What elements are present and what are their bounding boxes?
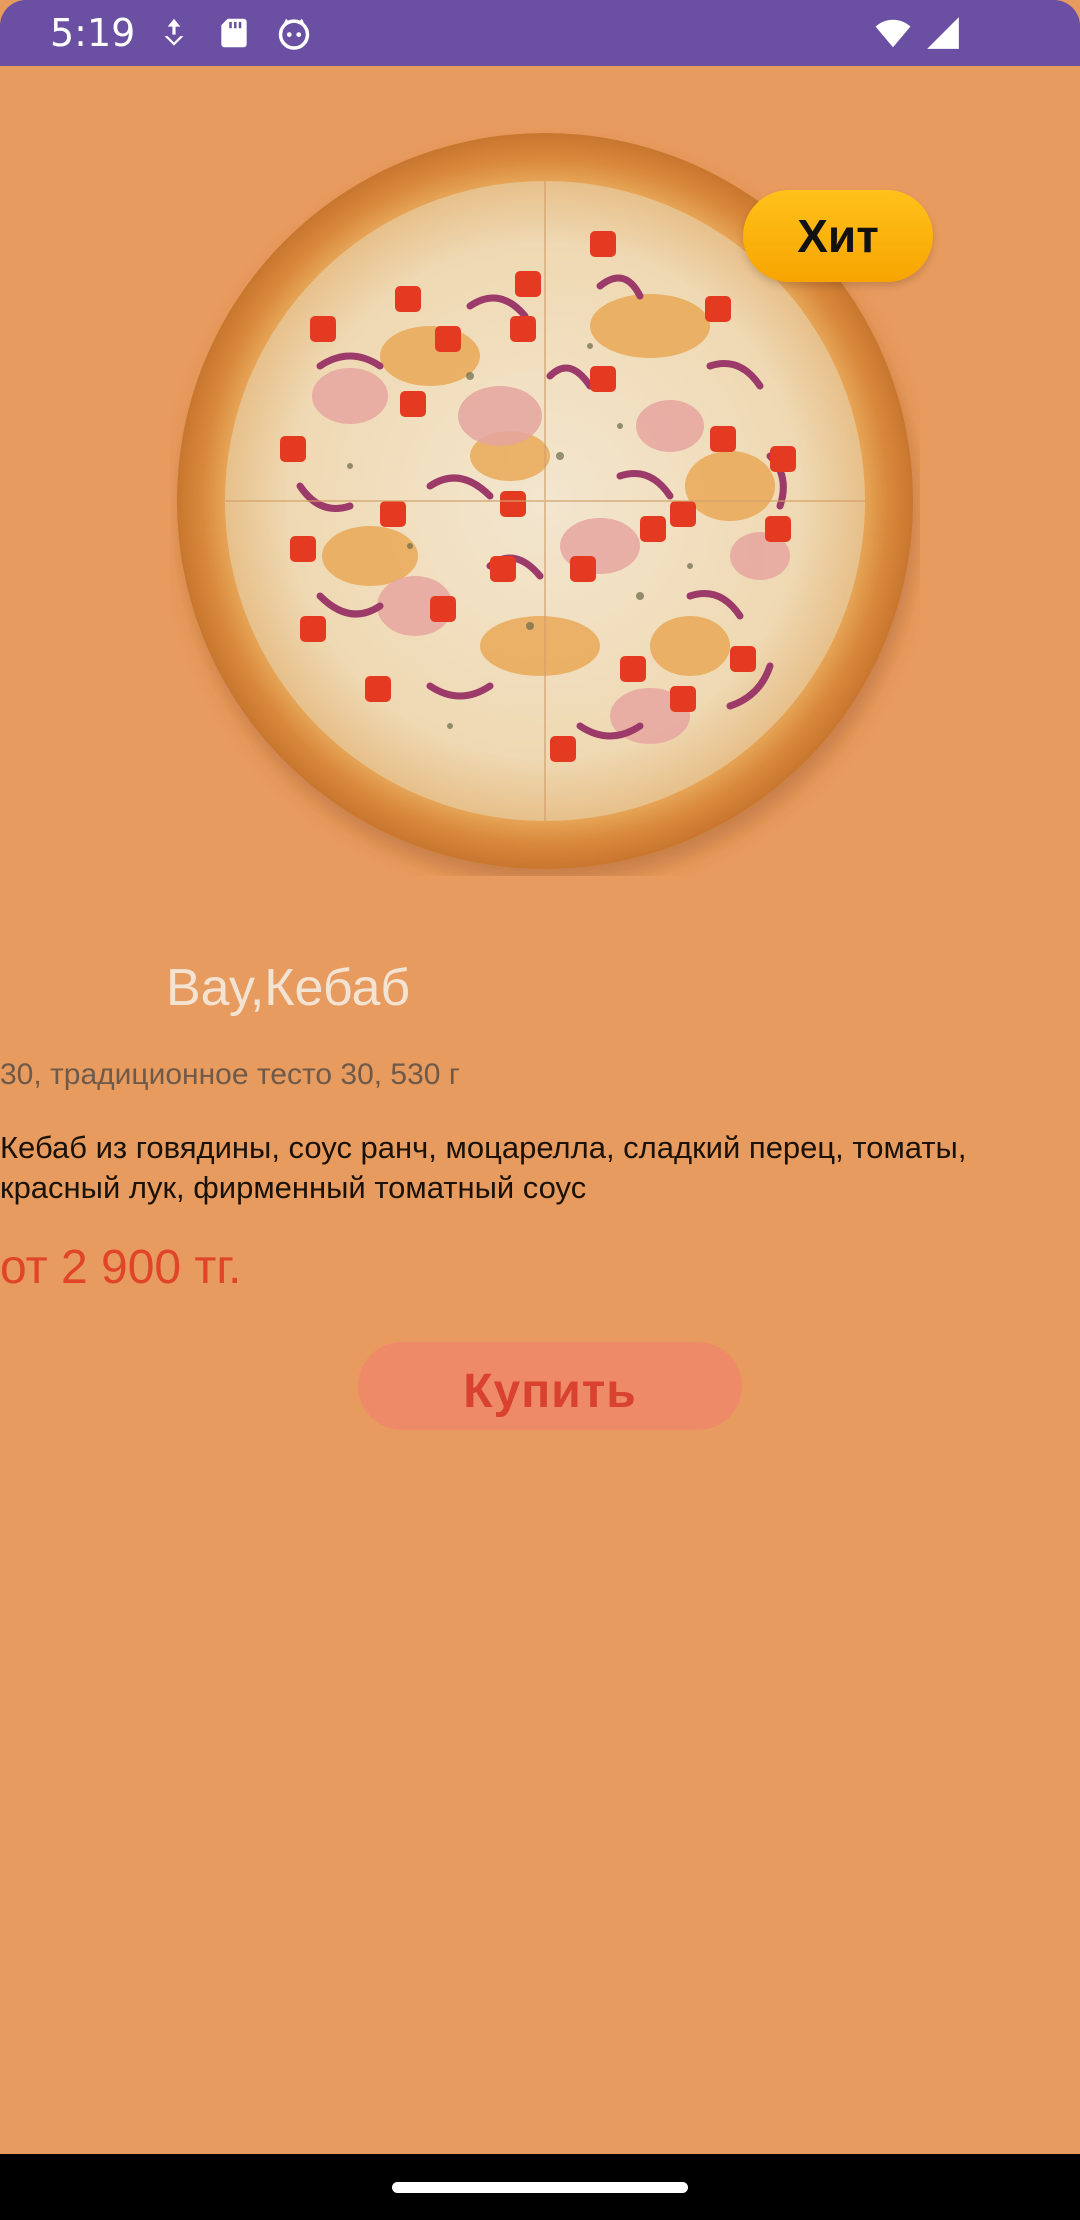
home-gesture-handle[interactable]: [392, 2182, 688, 2193]
hit-badge: Хит: [743, 190, 933, 282]
sd-card-icon: [221, 18, 247, 48]
status-bar: 5:19: [0, 0, 1080, 66]
product-screen: 5:19 Хит Вау,Кебаб 30, традиционное тест…: [0, 0, 1080, 2220]
wifi-icon: [875, 19, 911, 48]
face-icon: [278, 18, 310, 50]
status-time: 5:19: [50, 11, 136, 55]
navigation-bar: [0, 2154, 1080, 2220]
product-details: 30, традиционное тесто 30, 530 г: [0, 1058, 460, 1091]
status-icons-right: [874, 14, 962, 52]
buy-button[interactable]: Купить: [358, 1342, 742, 1430]
signal-icon: [927, 17, 959, 49]
product-title: Вау,Кебаб: [166, 959, 411, 1017]
product-price: от 2 900 тг.: [0, 1241, 242, 1294]
download-icon: [164, 18, 184, 46]
product-description: Кебаб из говядины, соус ранч, моцарелла,…: [0, 1130, 967, 1205]
buy-button-label: Купить: [463, 1365, 637, 1418]
status-icons-left: [155, 14, 313, 52]
